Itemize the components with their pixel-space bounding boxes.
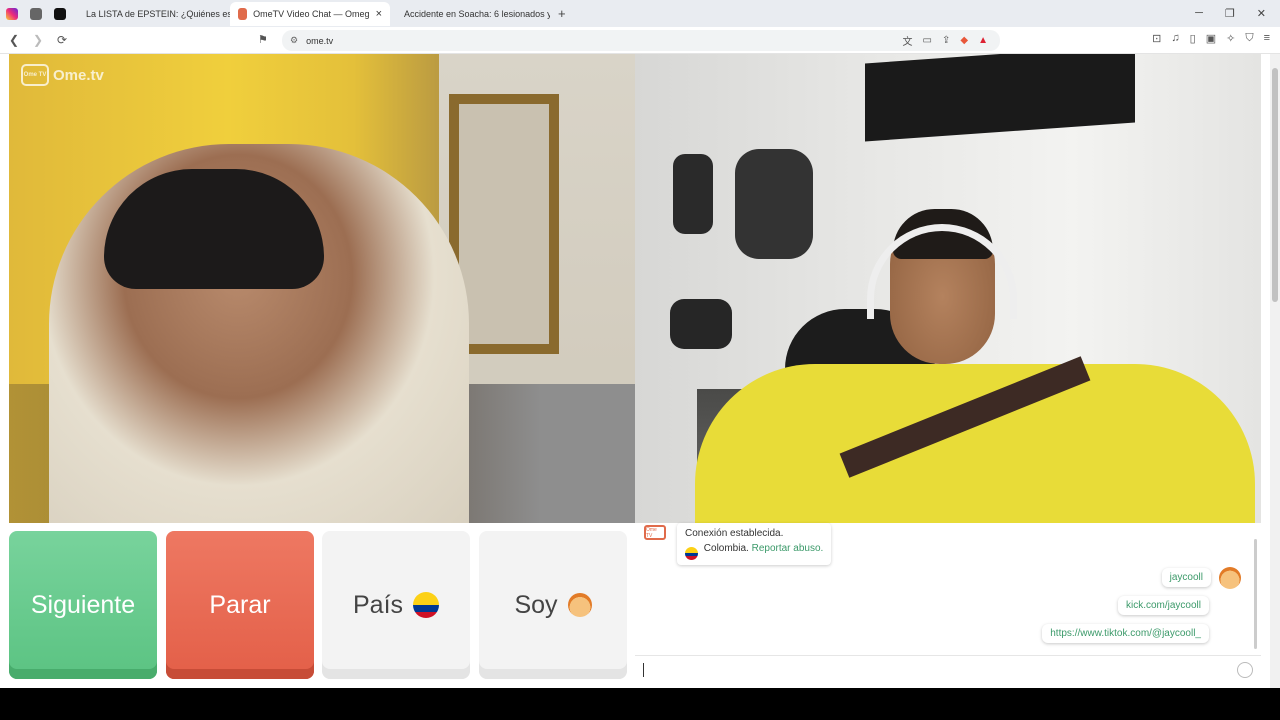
minimize-icon[interactable]: ─ [1195, 7, 1203, 20]
chat-scrollbar[interactable] [1254, 539, 1257, 649]
pinned-tab-instagram[interactable] [0, 2, 24, 26]
tab-title: OmeTV Video Chat — Omeg [253, 8, 370, 19]
ometv-logo-badge: Ome TV [21, 64, 49, 86]
ometv-icon [238, 7, 248, 20]
gender-button[interactable]: Soy [479, 531, 627, 679]
tab-title: Accidente en Soacha: 6 lesionados y [404, 8, 550, 19]
maximize-icon[interactable]: ❐ [1225, 7, 1235, 20]
tab-youtube[interactable]: La LISTA de EPSTEIN: ¿Quiénes están [72, 2, 230, 26]
scrollbar-thumb[interactable] [1272, 68, 1278, 302]
tiktok-icon [54, 7, 66, 20]
tab-ometv[interactable]: OmeTV Video Chat — Omeg × [230, 1, 390, 26]
stop-button[interactable]: Parar [166, 531, 314, 679]
leo-icon[interactable]: ✧ [1226, 32, 1235, 45]
chat-input[interactable] [635, 655, 1261, 683]
text-caret [643, 662, 644, 677]
share-icon[interactable]: ⇪ [942, 35, 950, 46]
emoji-icon[interactable] [1237, 662, 1253, 678]
screenshot-icon[interactable]: ⊡ [1152, 32, 1161, 45]
ometv-logo: Ome TV Ome.tv [21, 64, 104, 86]
system-message: Conexión establecida. Colombia. Reportar… [677, 523, 832, 565]
chat-message: jaycooll [1161, 568, 1211, 587]
colombia-flag-icon [413, 592, 440, 618]
ometv-logo-text: Ome.tv [53, 66, 104, 84]
colombia-flag-icon [685, 546, 698, 560]
tab-tiktok[interactable]: Accidente en Soacha: 6 lesionados y [390, 2, 550, 26]
close-tab-icon[interactable]: × [376, 8, 382, 20]
rewards-icon[interactable]: ▲ [978, 35, 988, 46]
translate-icon[interactable]: 文 [903, 33, 913, 48]
stop-label: Parar [209, 590, 271, 619]
tab-title: La LISTA de EPSTEIN: ¿Quiénes están [86, 8, 230, 19]
brave-shield-icon[interactable]: ◆ [960, 35, 968, 46]
page-scrollbar[interactable] [1270, 54, 1280, 688]
app-icon [30, 7, 42, 20]
forward-icon[interactable]: ❯ [28, 33, 48, 47]
pinned-tab-tiktok[interactable] [48, 2, 72, 26]
url-field[interactable]: ⚙ ome.tv 文 ▭ ⇪ ◆ ▲ [282, 30, 1000, 51]
report-abuse-link[interactable]: Reportar abuso. [752, 543, 824, 554]
ometv-page: Ome TV Ome.tv Siguiente Parar País Soy O… [0, 54, 1270, 688]
taskbar-area [0, 688, 1280, 720]
next-button[interactable]: Siguiente [9, 531, 157, 679]
boy-face-icon [1219, 567, 1241, 589]
close-window-icon[interactable]: ✕ [1257, 7, 1266, 20]
chat-message[interactable]: kick.com/jaycooll [1117, 596, 1209, 615]
instagram-icon [6, 7, 18, 20]
remote-video [635, 54, 1261, 523]
chat-message[interactable]: https://www.tiktok.com/@jaycooll_ [1042, 624, 1209, 643]
url-text: ome.tv [306, 35, 334, 46]
vpn-icon[interactable]: ⛉ [1245, 32, 1253, 45]
sidebar-icon[interactable]: ▯ [1190, 32, 1196, 45]
boy-face-icon [567, 593, 592, 617]
country-button[interactable]: País [322, 531, 470, 679]
tab-strip: La LISTA de EPSTEIN: ¿Quiénes están OmeT… [0, 0, 1280, 27]
next-label: Siguiente [30, 590, 136, 619]
chat-panel: Ome TV Conexión establecida. Colombia. R… [635, 523, 1261, 683]
ometv-system-icon: Ome TV [644, 525, 666, 540]
window-controls: ─ ❐ ✕ [1195, 7, 1280, 20]
new-tab-button[interactable]: + [558, 6, 566, 21]
local-video: Ome TV Ome.tv [9, 54, 635, 523]
bookmark-icon[interactable]: ⚑ [258, 33, 268, 46]
partner-country: Colombia. [703, 543, 749, 554]
site-info-icon[interactable]: ⚙ [290, 35, 298, 46]
back-icon[interactable]: ❮ [4, 33, 24, 47]
country-label: País [352, 590, 404, 619]
address-bar: ❮ ❯ ⟳ ⚑ ⚙ ome.tv 文 ▭ ⇪ ◆ ▲ ⊡ ♫ ▯ ▣ ✧ ⛉ ≡ [0, 27, 1280, 54]
menu-icon[interactable]: ≡ [1264, 32, 1270, 45]
gender-label: Soy [514, 590, 558, 619]
reload-icon[interactable]: ⟳ [52, 33, 72, 47]
cast-icon[interactable]: ▭ [923, 35, 932, 46]
connection-status: Conexión establecida. [685, 528, 784, 539]
media-icon[interactable]: ♫ [1171, 32, 1179, 45]
wallet-icon[interactable]: ▣ [1206, 32, 1216, 45]
toolbar-icons: ⊡ ♫ ▯ ▣ ✧ ⛉ ≡ [1152, 32, 1270, 45]
url-actions: 文 ▭ ⇪ ◆ ▲ [903, 33, 1000, 48]
pinned-tab-app[interactable] [24, 2, 48, 26]
